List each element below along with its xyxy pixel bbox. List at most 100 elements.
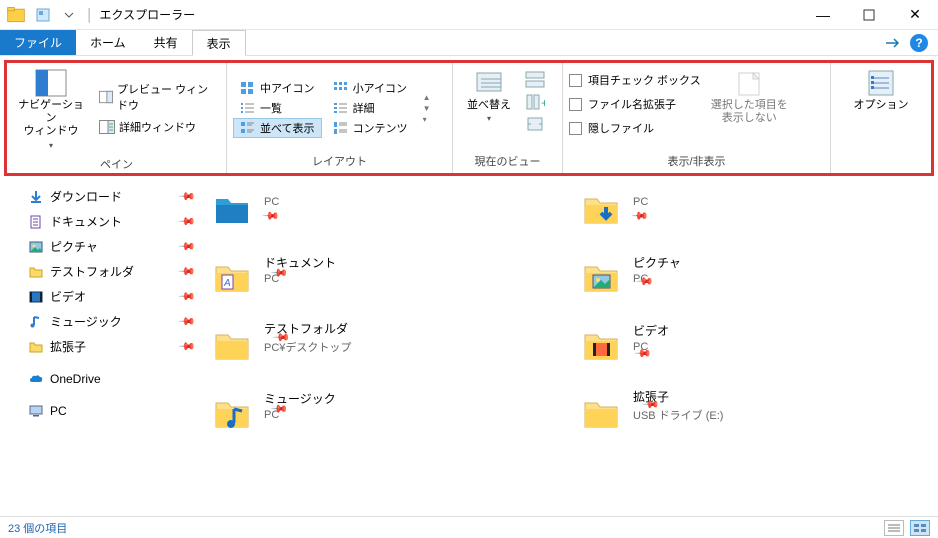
layout-scroll-up[interactable]: ▲ <box>423 93 431 102</box>
layout-medium-label: 中アイコン <box>260 80 314 96</box>
pin-icon: 📌 <box>178 237 197 256</box>
folder-pc-icon <box>210 187 254 231</box>
group-by-icon[interactable] <box>525 71 545 89</box>
video-folder-icon <box>579 323 623 367</box>
tab-view[interactable]: 表示 <box>192 30 246 56</box>
explorer-icon <box>6 5 26 25</box>
nav-item[interactable]: OneDrive <box>0 367 200 391</box>
nav-item[interactable]: ピクチャ 📌 <box>0 234 200 259</box>
folder-icon <box>210 323 254 367</box>
navigation-pane-label: ナビゲーション ウィンドウ <box>17 99 85 139</box>
title-separator: │ <box>86 8 94 22</box>
pin-icon: 📌 <box>262 206 282 226</box>
layout-tiles-label: 並べて表示 <box>260 120 315 136</box>
layout-list[interactable]: 一覧 <box>233 98 322 118</box>
checkbox-file-extensions[interactable]: ファイル名拡張子 <box>569 95 701 113</box>
pin-icon: 📌 <box>178 287 197 306</box>
hide-selected-button[interactable]: 選択した項目を 表示しない <box>707 65 792 129</box>
nav-item-label: ビデオ <box>50 288 86 305</box>
qat-properties[interactable] <box>32 4 54 26</box>
file-tile[interactable]: テストフォルダPC¥デスクトップ📌 <box>210 316 559 374</box>
checkbox-hidden-items-label: 隠しファイル <box>588 120 654 136</box>
nav-item-label: ドキュメント <box>50 213 122 230</box>
pin-ribbon-icon[interactable] <box>884 37 902 49</box>
pin-icon: 📌 <box>178 337 197 356</box>
ribbon-view: ナビゲーション ウィンドウ ▾ プレビュー ウィンドウ 詳細ウィンドウ ペイン … <box>4 60 934 176</box>
nav-item[interactable]: ビデオ 📌 <box>0 284 200 309</box>
minimize-button[interactable]: — <box>800 0 846 30</box>
nav-item-label: ダウンロード <box>50 188 122 205</box>
close-button[interactable]: ✕ <box>892 0 938 30</box>
nav-item-label: PC <box>50 404 67 418</box>
svg-text:A: A <box>223 278 231 289</box>
details-pane-button[interactable]: 詳細ウィンドウ <box>95 117 220 137</box>
group-panes-label: ペイン <box>13 154 220 174</box>
add-columns-icon[interactable]: + <box>525 93 545 111</box>
checkbox-file-extensions-label: ファイル名拡張子 <box>588 96 676 112</box>
nav-item[interactable]: テストフォルダ📌 <box>0 259 200 284</box>
checkbox-hidden-items[interactable]: 隠しファイル <box>569 119 701 137</box>
layout-expand[interactable]: ▾ <box>423 115 431 124</box>
folder-icon <box>28 264 44 280</box>
layout-details-label: 詳細 <box>353 100 375 116</box>
nav-item[interactable]: ミュージック📌 <box>0 309 200 334</box>
tab-share[interactable]: 共有 <box>140 30 192 55</box>
nav-item-label: OneDrive <box>50 372 101 386</box>
item-pane[interactable]: PC📌PC📌AドキュメントPC📌ピクチャPC📌テストフォルダPC¥デスクトップ📌… <box>200 180 938 516</box>
file-tile[interactable]: PC📌 <box>210 180 559 238</box>
content-area: ダウンロード📌ドキュメント📌ピクチャ📌テストフォルダ📌ビデオ📌ミュージック📌拡張… <box>0 180 938 516</box>
group-currentview-label: 現在のビュー <box>459 151 556 171</box>
view-details-button[interactable] <box>884 520 904 536</box>
file-tile[interactable]: AドキュメントPC📌 <box>210 248 559 306</box>
options-button[interactable]: オプション <box>850 65 913 116</box>
pc-icon <box>28 403 44 419</box>
pin-icon: 📌 <box>631 206 651 226</box>
video-icon <box>28 289 44 305</box>
group-layout-label: レイアウト <box>233 151 446 171</box>
file-tile[interactable]: ピクチャPC📌 <box>579 248 928 306</box>
status-bar: 23 個の項目 <box>0 516 938 538</box>
nav-item[interactable]: 拡張子📌 <box>0 334 200 359</box>
layout-details[interactable]: 詳細 <box>326 98 415 118</box>
file-tile[interactable]: ミュージックPC📌 <box>210 384 559 442</box>
layout-medium-icons[interactable]: 中アイコン <box>233 78 322 98</box>
nav-item[interactable]: ドキュメント 📌 <box>0 209 200 234</box>
file-tile[interactable]: ビデオPC📌 <box>579 316 928 374</box>
view-large-button[interactable] <box>910 520 930 536</box>
sort-by-label: 並べ替え <box>467 99 511 112</box>
size-columns-icon[interactable] <box>525 115 545 133</box>
qat-dropdown[interactable] <box>58 4 80 26</box>
details-pane-label: 詳細ウィンドウ <box>119 119 196 135</box>
layout-content[interactable]: コンテンツ <box>326 118 415 138</box>
tile-title: ピクチャ <box>633 254 681 271</box>
layout-scroll-down[interactable]: ▼ <box>423 104 431 113</box>
nav-item[interactable]: ダウンロード 📌 <box>0 184 200 209</box>
layout-tiles[interactable]: 並べて表示 <box>233 118 322 138</box>
layout-small-label: 小アイコン <box>353 80 407 96</box>
pin-icon: 📌 <box>178 212 197 231</box>
file-tile[interactable]: PC📌 <box>579 180 928 238</box>
pin-icon: 📌 <box>178 262 197 281</box>
picture-folder-icon <box>579 255 623 299</box>
sort-by-button[interactable]: 並べ替え ▾ <box>459 65 519 128</box>
pin-icon: 📌 <box>178 312 197 331</box>
picture-icon <box>28 239 44 255</box>
tab-home[interactable]: ホーム <box>76 30 140 55</box>
navigation-tree[interactable]: ダウンロード📌ドキュメント📌ピクチャ📌テストフォルダ📌ビデオ📌ミュージック📌拡張… <box>0 180 200 516</box>
nav-item-label: ピクチャ <box>50 238 98 255</box>
maximize-button[interactable] <box>846 0 892 30</box>
navigation-pane-button[interactable]: ナビゲーション ウィンドウ ▾ <box>13 65 89 154</box>
layout-content-label: コンテンツ <box>353 120 408 136</box>
checkbox-item-checkboxes[interactable]: 項目チェック ボックス <box>569 71 701 89</box>
pin-icon: 📌 <box>178 187 197 206</box>
onedrive-icon <box>28 371 44 387</box>
help-icon[interactable]: ? <box>910 34 928 52</box>
hide-selected-label: 選択した項目を 表示しない <box>711 99 788 125</box>
layout-small-icons[interactable]: 小アイコン <box>326 78 415 98</box>
file-tile[interactable]: 拡張子USB ドライブ (E:)📌 <box>579 384 928 442</box>
tile-subtitle: PC <box>633 196 648 208</box>
tab-file[interactable]: ファイル <box>0 30 76 55</box>
nav-item[interactable]: PC <box>0 399 200 423</box>
chevron-down-icon: ▾ <box>49 141 53 151</box>
preview-pane-button[interactable]: プレビュー ウィンドウ <box>95 79 220 115</box>
